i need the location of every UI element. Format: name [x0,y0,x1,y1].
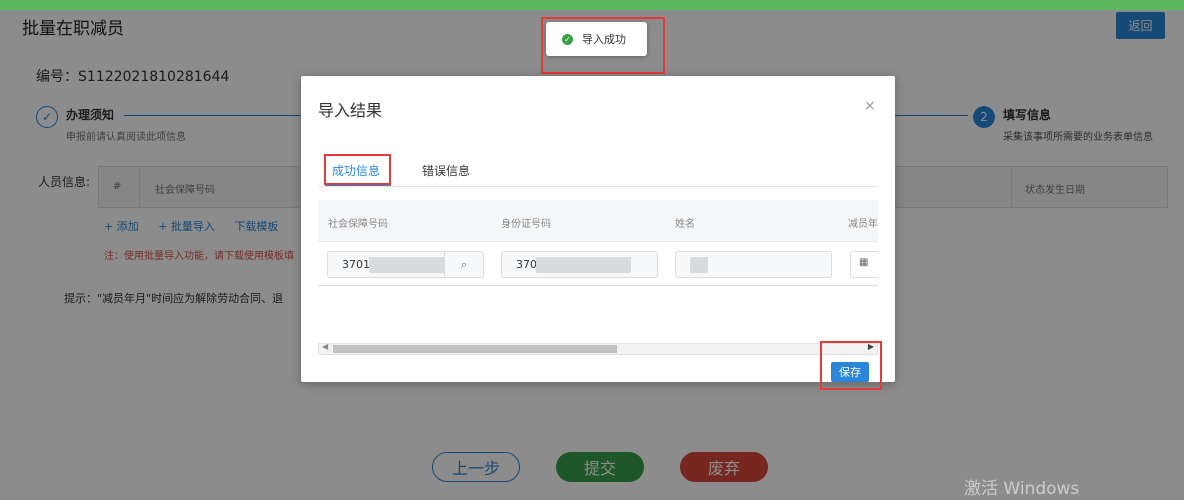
scrollbar-thumb[interactable] [333,345,617,353]
column-reduction-month: 减员年 [848,219,878,230]
activation-watermark: 激活 Windows [964,479,1080,499]
horizontal-scrollbar[interactable]: ◀ ▶ [318,342,878,355]
table-row: 3701 ⌕ 370 ▦ [318,242,878,286]
close-icon[interactable]: × [864,98,876,114]
id-number-field[interactable]: 370 [501,251,658,278]
tab-baseline [318,186,878,187]
highlight-box [820,341,882,390]
top-strip [0,0,1184,10]
search-icon[interactable]: ⌕ [444,252,483,277]
name-field[interactable] [675,251,832,278]
redacted-block [369,257,445,273]
import-result-dialog: 导入结果 × 成功信息 错误信息 社会保障号码 身份证号码 姓名 减员年 370… [301,76,895,382]
tab-error-info[interactable]: 错误信息 [422,162,470,179]
ssn-value: 3701 [342,258,370,271]
result-table-header: 社会保障号码 身份证号码 姓名 减员年 [318,200,878,242]
dialog-title: 导入结果 [318,101,383,120]
column-name: 姓名 [675,219,695,230]
column-ssn: 社会保障号码 [328,219,388,230]
id-number-value: 370 [516,258,537,271]
ssn-field[interactable]: 3701 ⌕ [327,251,484,278]
redacted-block [536,257,631,273]
highlight-box [541,17,665,74]
calendar-icon[interactable]: ▦ [850,251,878,278]
highlight-box [324,154,391,185]
scroll-left-icon[interactable]: ◀ [322,342,328,351]
column-id-number: 身份证号码 [501,219,551,230]
redacted-block [690,257,708,273]
